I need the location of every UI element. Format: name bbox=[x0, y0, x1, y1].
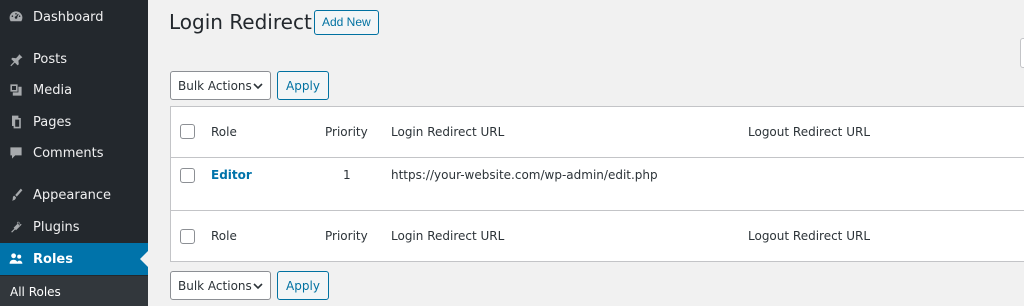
bulk-actions-select-top[interactable]: Bulk Actions bbox=[170, 71, 271, 100]
sidebar-item-plugins[interactable]: Plugins bbox=[0, 212, 148, 242]
row-checkbox[interactable] bbox=[180, 168, 195, 183]
select-all-checkbox-footer[interactable] bbox=[180, 229, 195, 244]
bulk-actions-select-bottom[interactable]: Bulk Actions bbox=[170, 271, 271, 300]
sidebar-item-label: Posts bbox=[33, 51, 67, 67]
users-icon bbox=[8, 251, 24, 267]
sidebar-item-media[interactable]: Media bbox=[0, 75, 148, 105]
select-all-checkbox[interactable] bbox=[180, 124, 195, 139]
row-divider bbox=[171, 210, 1024, 211]
comment-icon bbox=[8, 145, 24, 161]
sidebar-item-dashboard[interactable]: Dashboard bbox=[0, 2, 148, 32]
column-footer-role[interactable]: Role bbox=[211, 229, 237, 243]
dashboard-icon bbox=[8, 9, 24, 25]
sidebar-item-pages[interactable]: Pages bbox=[0, 107, 148, 137]
page-title: Login Redirect bbox=[169, 10, 312, 34]
apply-label: Apply bbox=[286, 278, 320, 293]
apply-label: Apply bbox=[286, 78, 320, 93]
roles-table: Role Priority Login Redirect URL Logout … bbox=[170, 106, 1024, 262]
apply-button-top[interactable]: Apply bbox=[277, 71, 329, 100]
sidebar-item-comments[interactable]: Comments bbox=[0, 138, 148, 168]
chevron-down-icon bbox=[253, 283, 263, 290]
admin-sidebar: Dashboard Posts Media Pages Comments App… bbox=[0, 0, 148, 306]
sidebar-item-roles[interactable]: Roles bbox=[0, 243, 148, 275]
login-redirect-url: https://your-website.com/wp-admin/edit.p… bbox=[391, 168, 658, 182]
priority-value: 1 bbox=[343, 168, 351, 182]
sidebar-item-posts[interactable]: Posts bbox=[0, 44, 148, 74]
add-new-button[interactable]: Add New bbox=[314, 10, 379, 35]
pages-icon bbox=[8, 114, 24, 130]
column-header-login-url[interactable]: Login Redirect URL bbox=[391, 125, 504, 139]
role-name-link[interactable]: Editor bbox=[211, 168, 252, 182]
brush-icon bbox=[8, 187, 24, 203]
sidebar-item-label: Dashboard bbox=[33, 9, 104, 25]
apply-button-bottom[interactable]: Apply bbox=[277, 271, 329, 300]
screen-options-button[interactable] bbox=[1020, 38, 1024, 68]
column-footer-priority[interactable]: Priority bbox=[325, 229, 368, 243]
sidebar-item-label: Pages bbox=[33, 114, 72, 130]
sidebar-item-label: Media bbox=[33, 82, 73, 98]
column-header-priority[interactable]: Priority bbox=[325, 125, 368, 139]
column-footer-login-url[interactable]: Login Redirect URL bbox=[391, 229, 504, 243]
column-header-logout-url[interactable]: Logout Redirect URL bbox=[748, 125, 870, 139]
chevron-down-icon bbox=[253, 83, 263, 90]
sidebar-item-label: Plugins bbox=[33, 219, 80, 235]
column-footer-logout-url[interactable]: Logout Redirect URL bbox=[748, 229, 870, 243]
sidebar-item-label: Comments bbox=[33, 145, 104, 161]
plugin-icon bbox=[8, 219, 24, 235]
media-icon bbox=[8, 82, 24, 98]
sidebar-item-label: Roles bbox=[33, 251, 73, 267]
sidebar-item-label: Appearance bbox=[33, 187, 112, 203]
submenu-item-all-roles[interactable]: All Roles bbox=[10, 285, 61, 299]
column-header-role[interactable]: Role bbox=[211, 125, 237, 139]
pin-icon bbox=[8, 51, 24, 67]
bulk-actions-value: Bulk Actions bbox=[178, 278, 252, 293]
row-divider bbox=[171, 157, 1024, 158]
sidebar-submenu: All Roles bbox=[0, 276, 148, 306]
active-indicator-arrow bbox=[140, 251, 148, 267]
sidebar-item-appearance[interactable]: Appearance bbox=[0, 180, 148, 210]
bulk-actions-value: Bulk Actions bbox=[178, 78, 252, 93]
